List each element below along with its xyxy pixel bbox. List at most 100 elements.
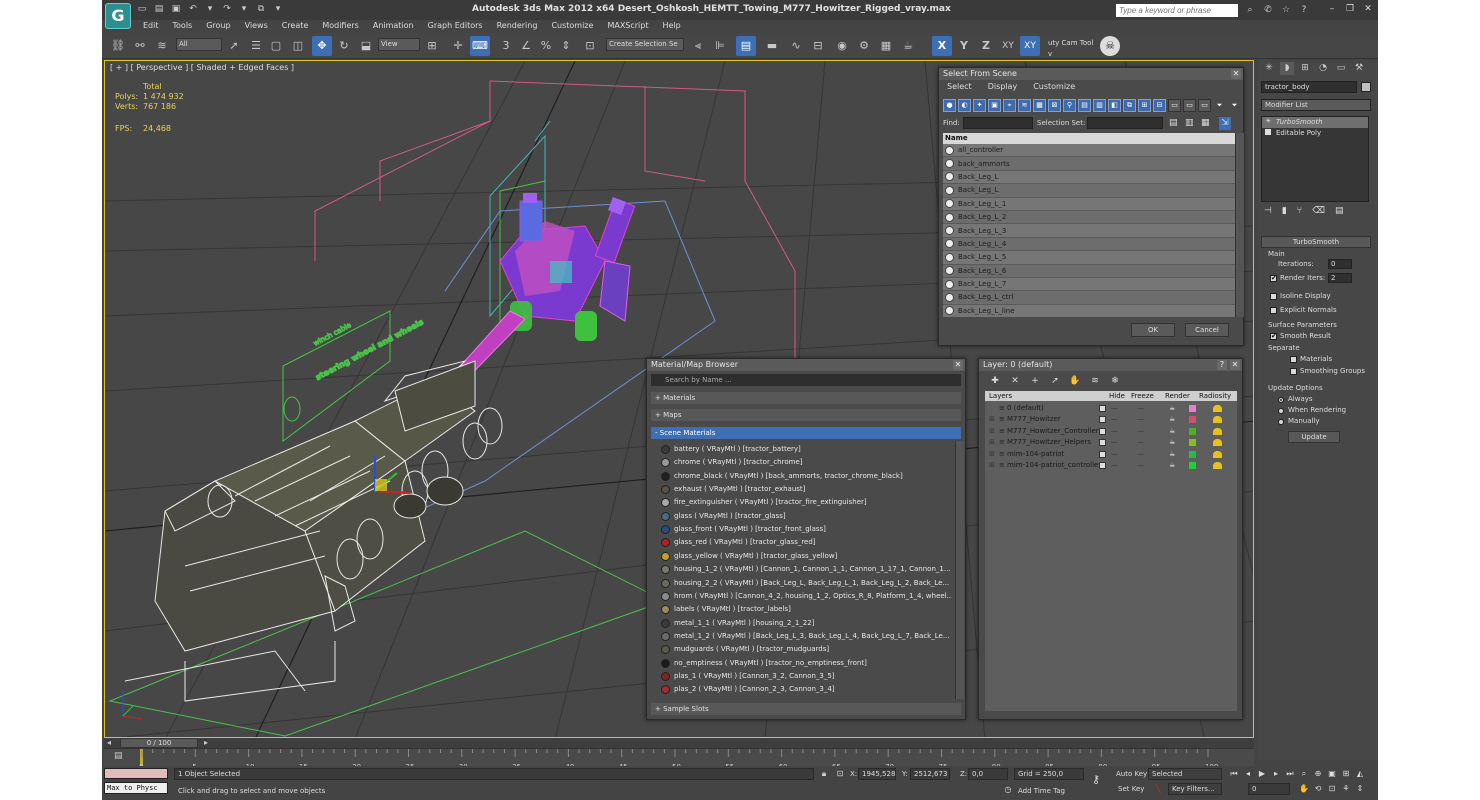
stack-item-turbosmooth[interactable]: ☀ TurboSmooth	[1262, 117, 1368, 128]
next-frame-button-icon[interactable]: ▸	[1270, 768, 1282, 779]
cancel-button[interactable]: Cancel	[1185, 323, 1229, 337]
edit-named-selection-icon[interactable]: ⊡	[580, 36, 600, 56]
shapes-filter-icon[interactable]: ◐	[958, 99, 971, 112]
radiosity-teapot-icon[interactable]	[1213, 427, 1222, 435]
dropdown-icon[interactable]: ▾	[238, 3, 250, 15]
render-teapot-icon[interactable]: ☕	[1169, 437, 1175, 448]
dropdown-icon[interactable]: ▾	[272, 3, 284, 15]
expand-icon[interactable]: ⊞	[989, 414, 995, 425]
list-item[interactable]: Back_Leg_L_6	[943, 264, 1235, 278]
dependents-icon[interactable]: ⊞	[1138, 99, 1151, 112]
column-render[interactable]: Render	[1165, 391, 1190, 401]
named-selection-set-dropdown[interactable]: Create Selection Se	[606, 38, 684, 51]
skull-icon[interactable]: ☠	[1100, 36, 1120, 56]
y-coordinate-field[interactable]: 2512,673	[910, 768, 950, 780]
freeze-toggle[interactable]: —	[1137, 437, 1144, 448]
new-file-icon[interactable]: ▭	[136, 3, 148, 15]
render-setup-icon[interactable]: ⚙	[854, 36, 874, 56]
z-coordinate-field[interactable]: 0,0	[968, 768, 1008, 780]
browser-title[interactable]: Material/Map Browser	[647, 359, 965, 371]
motion-tab-icon[interactable]: ◔	[1316, 62, 1330, 75]
list-item[interactable]: mudguards ( VRayMtl ) [tractor_mudguards…	[661, 643, 951, 656]
set-key-button[interactable]: Set Key	[1118, 785, 1144, 793]
orbit-icon[interactable]: ⟲	[1312, 783, 1324, 794]
turbosmooth-rollout[interactable]: TurboSmooth	[1261, 236, 1371, 248]
update-always-radio[interactable]	[1278, 397, 1284, 403]
children-icon[interactable]: ⊟	[1153, 99, 1166, 112]
freeze-toggle[interactable]: —	[1137, 403, 1144, 414]
communication-icon[interactable]: ✆	[1262, 4, 1274, 16]
time-slider[interactable]: 0 / 100 ◂ ▸	[104, 738, 1254, 748]
list-view-icon[interactable]: ▤	[1169, 117, 1178, 130]
current-layer-checkbox[interactable]	[1099, 405, 1106, 412]
maximize-viewport-icon[interactable]: ⊡	[1326, 783, 1338, 794]
viewport-label[interactable]: [ + ] [ Perspective ] [ Shaded + Edged F…	[110, 63, 294, 72]
restrict-z-axis-button[interactable]: Z	[976, 36, 996, 56]
groups-filter-icon[interactable]: ▦	[1033, 99, 1046, 112]
current-layer-checkbox[interactable]	[1099, 416, 1106, 424]
freeze-toggle[interactable]: —	[1137, 460, 1144, 471]
select-in-layer-icon[interactable]: ➚	[1049, 375, 1061, 387]
cam-tool-label[interactable]: uty Cam Tool v	[1046, 38, 1098, 58]
layer-dialog-title[interactable]: Layer: 0 (default)	[979, 359, 1242, 371]
create-layer-icon[interactable]: ✚	[989, 375, 1001, 387]
add-time-tag-icon[interactable]: ◷	[1002, 784, 1014, 795]
menu-tools[interactable]: Tools	[166, 20, 200, 32]
absolute-mode-icon[interactable]: ⊡	[834, 768, 846, 779]
pan-icon[interactable]: ✋	[1298, 783, 1310, 794]
list-item[interactable]: plas_1 ( VRayMtl ) [Cannon_3_2, Cannon_3…	[661, 670, 951, 683]
redo-icon[interactable]: ↷	[221, 3, 233, 15]
zoom-extents-icon[interactable]: ▣	[1326, 768, 1338, 779]
list-item[interactable]: Back_Leg_L_7	[943, 277, 1235, 292]
select-manipulate-icon[interactable]: ✛	[448, 36, 468, 56]
menu-graph-editors[interactable]: Graph Editors	[421, 20, 490, 32]
search-icon[interactable]: ⌕	[1244, 4, 1256, 16]
layer-row[interactable]: ⊞ ≡ mim-104-patriot — — ☕	[985, 449, 1237, 460]
link-icon[interactable]: ⛓	[108, 36, 128, 56]
close-icon[interactable]: ✕	[953, 360, 963, 370]
layer-row[interactable]: ⊞ ≡ M777_Howitzer — — ☕	[985, 414, 1237, 425]
radiosity-teapot-icon[interactable]	[1213, 416, 1222, 424]
restrict-xy-plane-cycle-button[interactable]: XY	[1020, 36, 1040, 56]
hide-toggle[interactable]: —	[1111, 414, 1118, 425]
list-item[interactable]: Back_Leg_L_ctrl	[943, 291, 1235, 305]
helpers-filter-icon[interactable]: ⌖	[1003, 99, 1016, 112]
layer-row[interactable]: ⊞ ≡ M777_Howitzer_Helpers — — ☕	[985, 437, 1237, 448]
list-item[interactable]: metal_1_1 ( VRayMtl ) [housing_2_1_22]	[661, 617, 951, 630]
update-when-rendering-radio[interactable]	[1278, 408, 1284, 414]
delete-layer-icon[interactable]: ✕	[1009, 375, 1021, 387]
columns-icon[interactable]: ▦	[1201, 117, 1210, 130]
expand-icon[interactable]: ⊞	[989, 449, 995, 460]
ok-button[interactable]: OK	[1131, 323, 1175, 337]
list-item[interactable]: glass_yellow ( VRayMtl ) [tractor_glass_…	[661, 550, 951, 563]
invert-display-icon[interactable]: ◧	[1108, 99, 1121, 112]
rectangular-selection-icon[interactable]: ▢	[266, 36, 286, 56]
hide-toggle[interactable]: —	[1111, 437, 1118, 448]
current-layer-checkbox[interactable]	[1099, 427, 1106, 435]
column-hide[interactable]: Hide	[1109, 391, 1125, 401]
restrict-y-axis-button[interactable]: Y	[954, 36, 974, 56]
radiosity-teapot-icon[interactable]	[1213, 462, 1222, 469]
time-slider-thumb[interactable]: 0 / 100	[120, 738, 198, 748]
iterations-spinner[interactable]: 0	[1328, 259, 1352, 269]
material-search-input[interactable]: Search by Name ...	[651, 374, 961, 386]
list-item[interactable]: chrome_black ( VRayMtl ) [back_ammorts, …	[661, 470, 951, 483]
menu-animation[interactable]: Animation	[366, 20, 421, 32]
window-crossing-icon[interactable]: ◫	[288, 36, 308, 56]
display-none-icon[interactable]: ▥	[1093, 99, 1106, 112]
pivot-center-icon[interactable]: ⊞	[422, 36, 442, 56]
close-icon[interactable]: ✕	[1231, 69, 1241, 79]
schematic-view-icon[interactable]: ⊟	[808, 36, 828, 56]
list-item[interactable]: Back_Leg_L_2	[943, 210, 1235, 225]
track-bar[interactable]: ▤ 05101520253035404550556065707580859095…	[104, 748, 1254, 771]
hide-all-layers-icon[interactable]: ≋	[1089, 375, 1101, 387]
configure-modifier-sets-icon[interactable]: ▤	[1335, 206, 1344, 216]
list-item[interactable]: housing_1_2 ( VRayMtl ) [Cannon_1, Canno…	[661, 563, 951, 576]
list-item[interactable]: no_emptiness ( VRayMtl ) [tractor_no_emp…	[661, 657, 951, 670]
render-teapot-icon[interactable]: ☕	[1169, 449, 1175, 460]
mirror-icon[interactable]: ⫷	[688, 36, 708, 56]
reference-coordinate-dropdown[interactable]: View	[378, 38, 420, 51]
layer-row[interactable]: ⊞ ≡ mim-104-patriot_controllers — — ☕	[985, 460, 1237, 471]
radiosity-teapot-icon[interactable]	[1213, 450, 1222, 458]
filter-funnel-icon[interactable]: ⏷	[1213, 99, 1226, 112]
